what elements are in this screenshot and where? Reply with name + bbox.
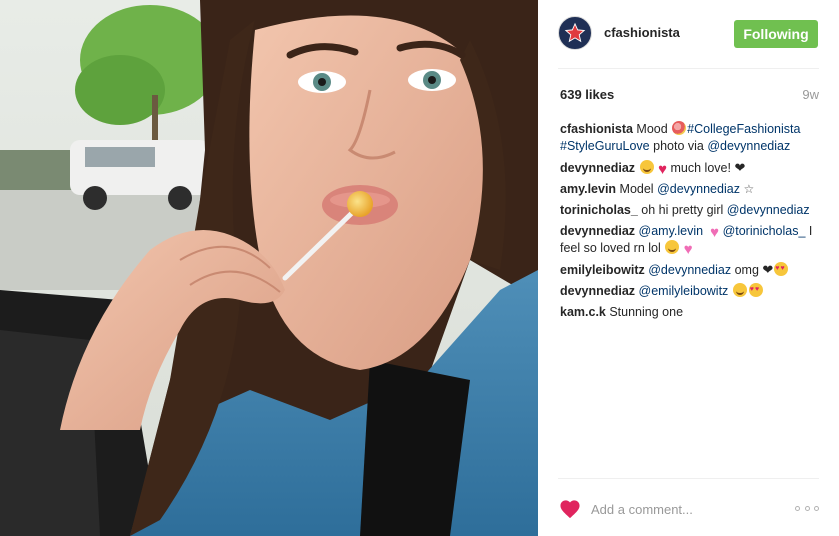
comment-text (728, 284, 731, 298)
black-heart-emoji-icon: ❤ (734, 160, 746, 175)
comment-username[interactable]: devynnediaz (560, 284, 635, 298)
red-heart-emoji-icon: ♥ (658, 161, 667, 178)
header-divider (558, 68, 819, 69)
comment-username[interactable]: devynnediaz (560, 161, 635, 175)
comment-username[interactable]: torinicholas_ (560, 203, 638, 217)
like-button[interactable] (558, 497, 582, 521)
comment-username[interactable]: kam.c.k (560, 305, 606, 319)
heart-eyes-emoji-icon (748, 281, 763, 298)
comment-username[interactable]: cfashionista (560, 122, 633, 136)
post-photo[interactable] (0, 0, 538, 536)
comment-text: oh hi pretty girl (637, 203, 727, 217)
more-options-button[interactable] (795, 503, 819, 513)
comment-mention-link[interactable]: @devynnediaz (707, 139, 790, 153)
likes-row: 639 likes 9w (558, 87, 819, 105)
comment-mention-link[interactable]: @devynnediaz (657, 182, 740, 196)
comment-item: torinicholas_ oh hi pretty girl @devynne… (560, 202, 822, 219)
post-time[interactable]: 9w (802, 87, 819, 102)
black-heart-emoji-icon: ❤ (762, 262, 774, 277)
post-sidebar: cfashionista Following 639 likes 9w cfas… (538, 0, 839, 536)
comment-item: kam.c.k Stunning one (560, 304, 822, 321)
comment-mention-link[interactable]: @torinicholas_ (723, 224, 806, 238)
smile-emoji-icon (639, 160, 654, 174)
comment-text: omg (731, 263, 763, 277)
more-options-icon (795, 505, 800, 511)
comment-mention-link[interactable]: @devynnediaz (648, 263, 731, 277)
more-options-icon (804, 505, 810, 511)
pink-heart-emoji-icon: ♥ (683, 241, 693, 258)
comment-mention-link[interactable]: @devynnediaz (727, 203, 810, 217)
lollipop-emoji-icon (672, 121, 687, 135)
comment-text: Model (616, 182, 658, 196)
avatar[interactable] (558, 16, 592, 50)
likes-count[interactable]: 639 likes (560, 87, 614, 102)
star-logo-icon (564, 22, 586, 43)
heart-eyes-emoji-icon (774, 260, 789, 277)
more-options-icon (814, 505, 819, 511)
comment-username[interactable]: amy.levin (560, 182, 616, 196)
comment-mention-link[interactable]: @emilyleibowitz (639, 284, 729, 298)
post-photo-image (0, 0, 538, 536)
comment-text (635, 161, 638, 175)
comment-username[interactable]: emilyleibowitz (560, 263, 645, 277)
pink-heart-emoji-icon: ♥ (710, 224, 720, 241)
comment-item: devynnediaz ♥ much love! ❤ (560, 159, 822, 177)
comment-text: photo via (649, 139, 708, 153)
comment-text: much love! (670, 161, 735, 175)
comment-text: Mood (632, 122, 672, 136)
post-header: cfashionista Following (538, 0, 839, 68)
comment-mention-link[interactable]: @amy.levin (639, 224, 704, 238)
heart-icon (560, 500, 580, 519)
comments-list: cfashionista Mood #CollegeFashionista #S… (560, 121, 822, 325)
post-username[interactable]: cfashionista (604, 25, 680, 40)
comment-text (703, 224, 706, 238)
comment-input[interactable] (591, 499, 781, 519)
comment-item: amy.levin Model @devynnediaz ☆ (560, 181, 822, 198)
comment-item: devynnediaz @emilyleibowitz (560, 281, 822, 300)
smile-emoji-icon (665, 240, 680, 254)
smile-emoji-icon (732, 283, 747, 297)
comment-item: devynnediaz @amy.levin ♥ @torinicholas_ I… (560, 223, 822, 257)
comment-item: emilyleibowitz @devynnediaz omg ❤ (560, 260, 822, 279)
star-emoji-icon: ☆ (743, 182, 755, 196)
comment-item: cfashionista Mood #CollegeFashionista #S… (560, 121, 822, 155)
comment-username[interactable]: devynnediaz (560, 224, 635, 238)
comment-text: Stunning one (605, 305, 684, 319)
following-button[interactable]: Following (734, 20, 818, 48)
comment-footer (558, 478, 819, 536)
